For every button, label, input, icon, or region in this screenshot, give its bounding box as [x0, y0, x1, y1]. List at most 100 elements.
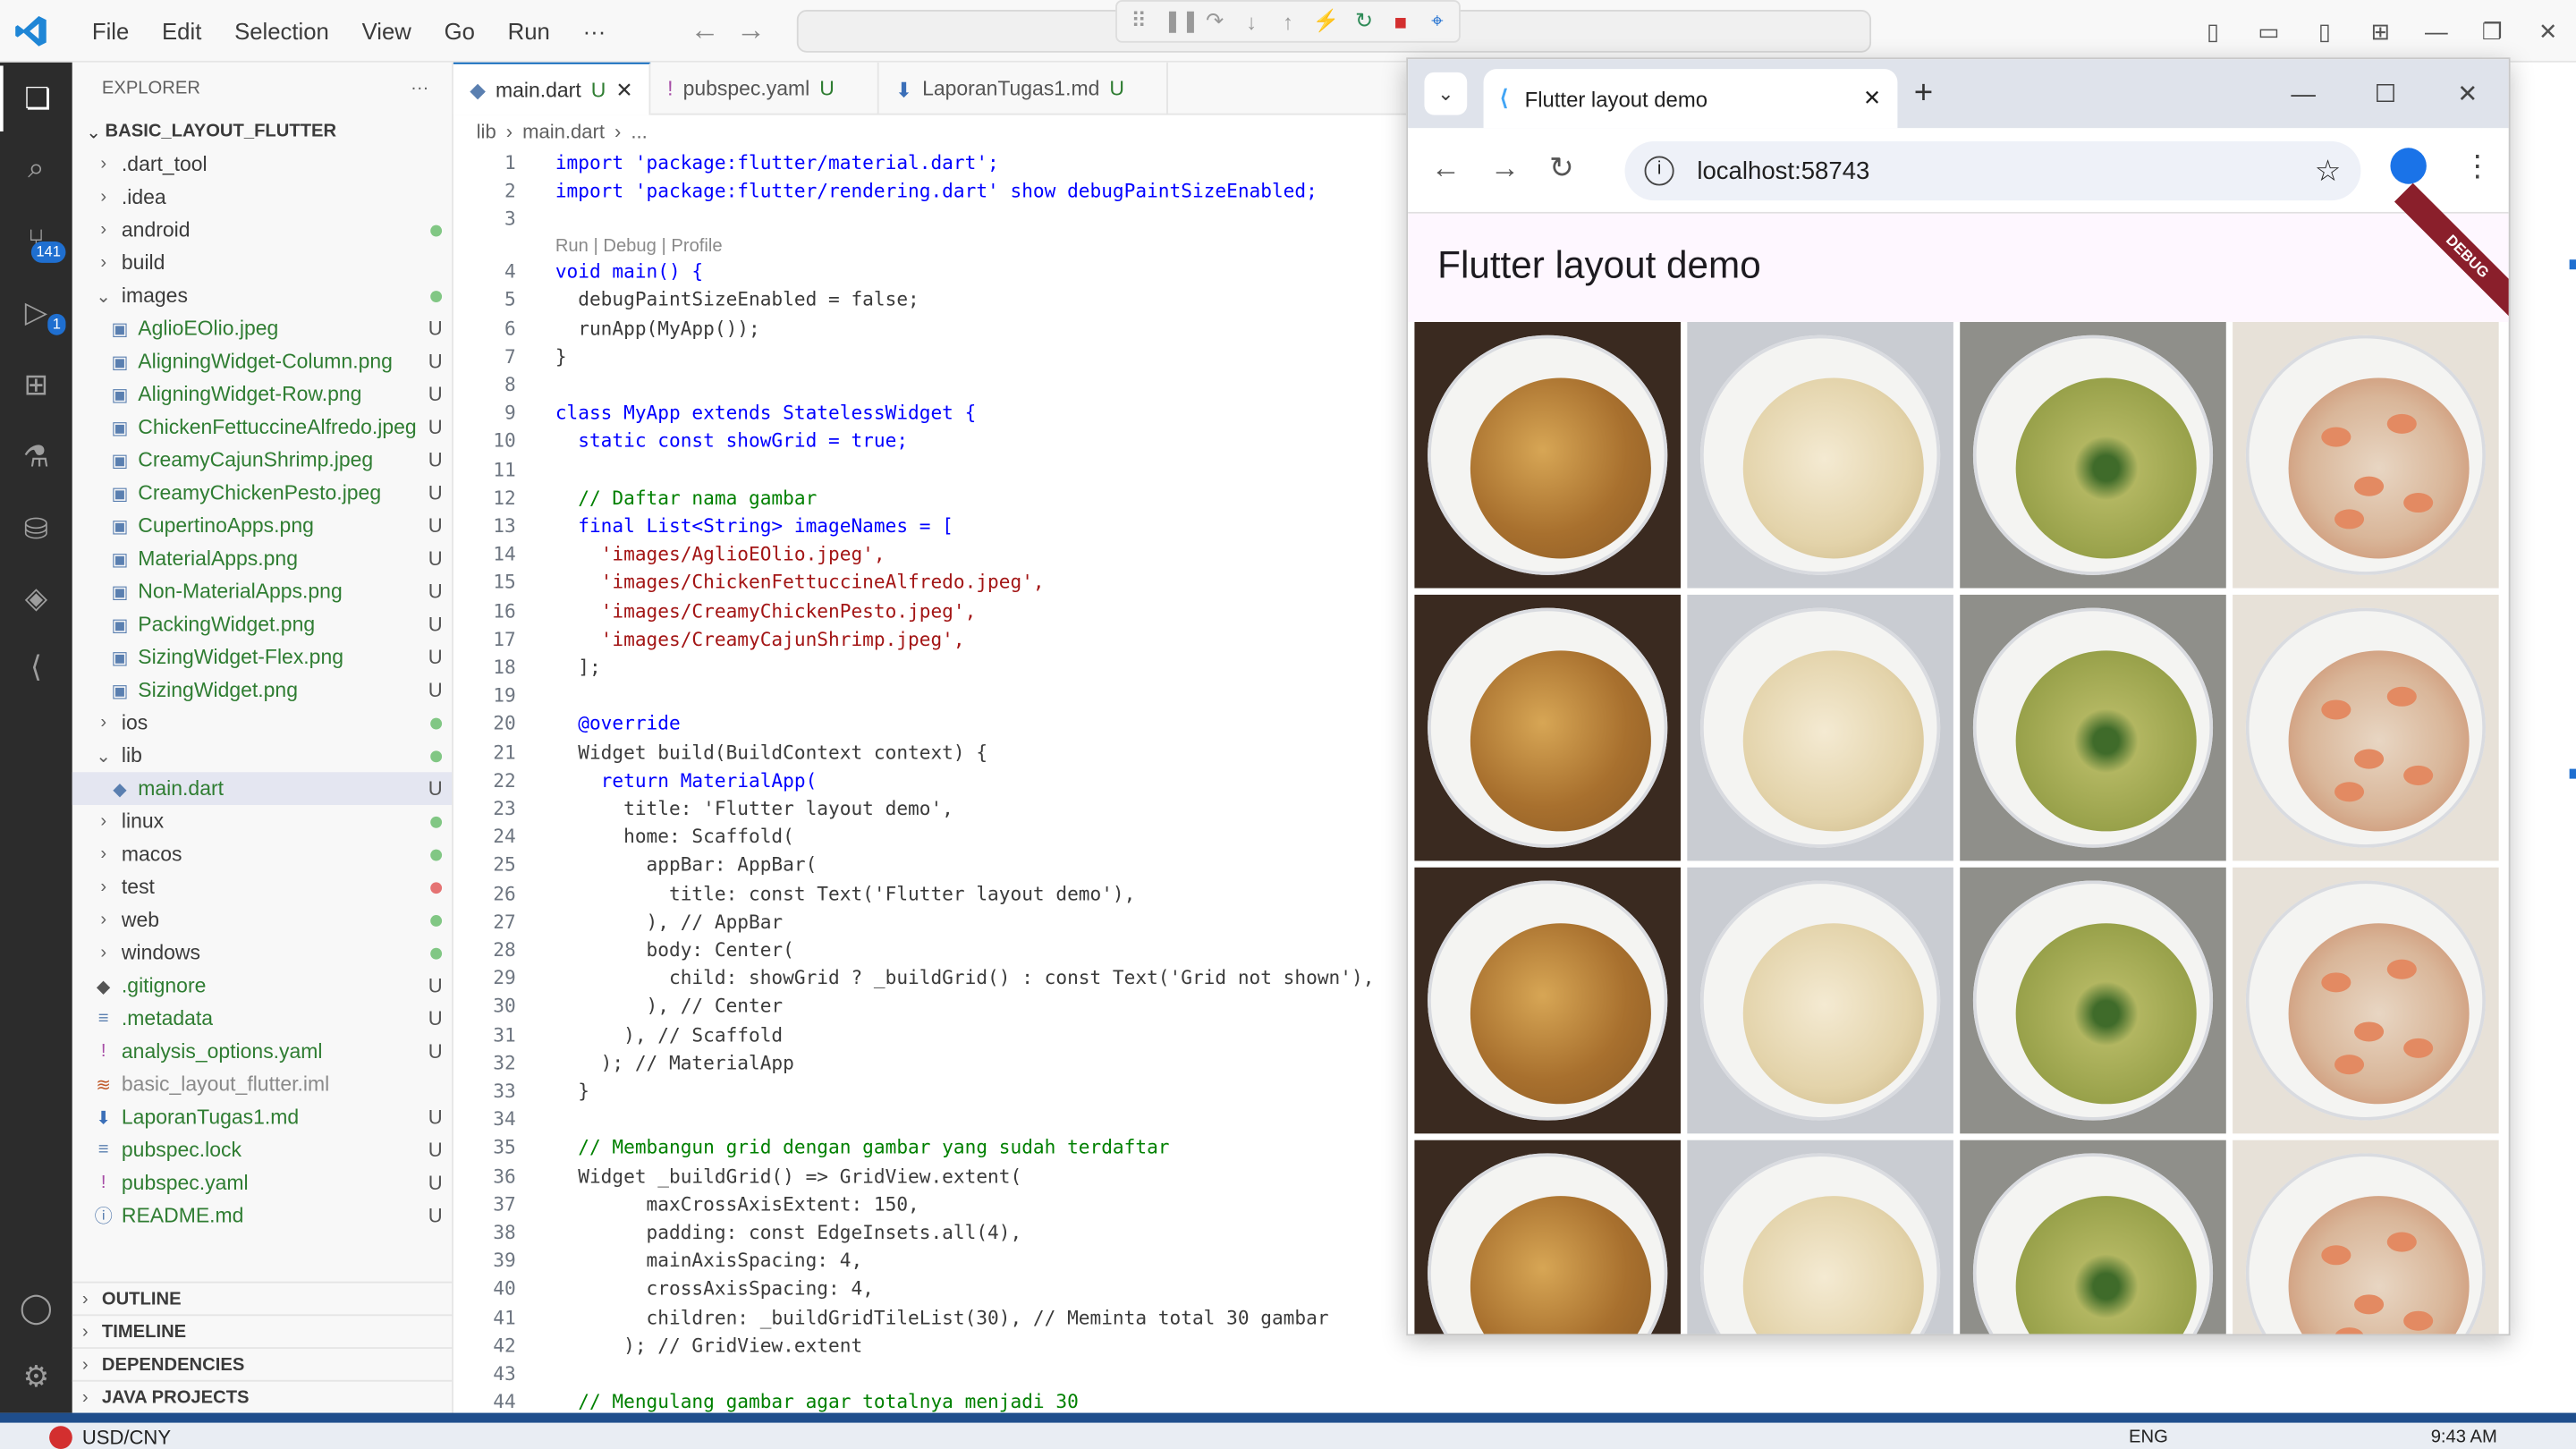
- clock[interactable]: 9:43 AM: [2431, 1428, 2497, 1447]
- tree-item[interactable]: ≡ pubspec.lock U: [72, 1133, 452, 1166]
- tree-item[interactable]: ⬇ LaporanTugas1.md U: [72, 1101, 452, 1134]
- forward-icon[interactable]: →: [1490, 151, 1520, 186]
- menu-item[interactable]: Selection: [218, 18, 346, 44]
- tree-item[interactable]: ▣ AligningWidget-Row.png U: [72, 377, 452, 411]
- tree-item[interactable]: › android: [72, 214, 452, 247]
- tree-item[interactable]: ▣ CreamyCajunShrimp.jpeg U: [72, 444, 452, 477]
- tree-item[interactable]: ≋ basic_layout_flutter.iml: [72, 1068, 452, 1101]
- breadcrumb-item[interactable]: main.dart: [522, 120, 605, 143]
- browser-minimize-button[interactable]: —: [2262, 80, 2344, 107]
- restart-icon[interactable]: ↻: [1352, 8, 1376, 34]
- menu-item[interactable]: Edit: [146, 18, 218, 44]
- source-control-icon[interactable]: ⑂ 141: [0, 207, 72, 272]
- customize-layout-icon[interactable]: ⊞: [2352, 17, 2408, 45]
- inspect-icon[interactable]: ⌖: [1426, 8, 1449, 34]
- menu-item[interactable]: Go: [428, 18, 491, 44]
- hot-reload-icon[interactable]: ⚡: [1313, 8, 1340, 34]
- database-icon[interactable]: ⛁: [0, 496, 72, 562]
- minimize-button[interactable]: —: [2409, 18, 2464, 44]
- tab-search-icon[interactable]: ⌄: [1424, 72, 1468, 115]
- profile-avatar[interactable]: [2390, 148, 2427, 184]
- toggle-secondary-sidebar-icon[interactable]: ▯: [2297, 17, 2352, 45]
- tree-item[interactable]: › .idea: [72, 181, 452, 214]
- editor-tab[interactable]: ⬇ LaporanTugas1.md U: [878, 62, 1169, 115]
- tree-item[interactable]: ⓘ README.md U: [72, 1199, 452, 1233]
- tree-item[interactable]: › linux: [72, 805, 452, 838]
- toggle-sidebar-icon[interactable]: ▯: [2185, 17, 2241, 45]
- tree-item[interactable]: ! pubspec.yaml U: [72, 1166, 452, 1199]
- tree-item[interactable]: ◆ .gitignore U: [72, 970, 452, 1003]
- step-over-icon[interactable]: ↷: [1203, 8, 1226, 34]
- address-bar[interactable]: i localhost:58743 ☆: [1624, 140, 2361, 201]
- workspace-root[interactable]: ⌄ BASIC_LAYOUT_FLUTTER: [72, 115, 452, 148]
- browser-maximize-button[interactable]: ☐: [2344, 79, 2427, 108]
- breadcrumb-item[interactable]: lib: [477, 120, 496, 143]
- tree-item[interactable]: ≡ .metadata U: [72, 1002, 452, 1035]
- forward-arrow-icon[interactable]: →: [736, 13, 766, 48]
- close-tab-icon[interactable]: ✕: [1863, 86, 1881, 112]
- tree-item[interactable]: ▣ ChickenFettuccineAlfredo.jpeg U: [72, 411, 452, 444]
- tree-item[interactable]: ▣ SizingWidget.png U: [72, 674, 452, 707]
- close-tab-icon[interactable]: ✕: [615, 77, 632, 102]
- tree-item[interactable]: ! analysis_options.yaml U: [72, 1035, 452, 1068]
- search-icon[interactable]: ⌕: [0, 135, 72, 200]
- new-tab-icon[interactable]: +: [1914, 75, 1933, 113]
- taskbar-widgets[interactable]: USD/CNY: [49, 1426, 171, 1449]
- pause-icon[interactable]: ❚❚: [1164, 8, 1199, 34]
- menu-item[interactable]: View: [345, 18, 428, 44]
- tree-item[interactable]: ⌄ lib: [72, 740, 452, 773]
- step-into-icon[interactable]: ↓: [1240, 9, 1263, 34]
- tree-item[interactable]: › macos: [72, 838, 452, 871]
- site-info-icon[interactable]: i: [1644, 156, 1674, 186]
- sidebar-section[interactable]: › TIMELINE: [72, 1314, 453, 1347]
- browser-close-button[interactable]: ✕: [2427, 79, 2509, 108]
- editor-tab[interactable]: ◆ main.dart U ✕: [453, 62, 651, 115]
- tree-item[interactable]: ▣ SizingWidget-Flex.png U: [72, 640, 452, 674]
- extensions-icon[interactable]: ⊞: [0, 352, 72, 417]
- editor-tab[interactable]: ! pubspec.yaml U: [651, 62, 879, 115]
- close-button[interactable]: ✕: [2521, 17, 2576, 45]
- tree-item[interactable]: › .dart_tool: [72, 148, 452, 181]
- breadcrumb-item[interactable]: ...: [631, 120, 647, 143]
- tree-item[interactable]: ▣ PackingWidget.png U: [72, 608, 452, 641]
- explorer-more-icon[interactable]: ···: [411, 79, 428, 98]
- tree-item[interactable]: ⌄ images: [72, 279, 452, 312]
- tree-item[interactable]: › windows: [72, 936, 452, 970]
- back-icon[interactable]: ←: [1431, 151, 1461, 186]
- toggle-panel-icon[interactable]: ▭: [2241, 17, 2296, 45]
- browser-menu-icon[interactable]: ⋮: [2462, 148, 2492, 183]
- tree-item[interactable]: › web: [72, 903, 452, 936]
- tree-item[interactable]: ▣ CupertinoApps.png U: [72, 509, 452, 542]
- stop-icon[interactable]: ■: [1389, 9, 1412, 34]
- sidebar-section[interactable]: › OUTLINE: [72, 1281, 453, 1315]
- tree-item[interactable]: ◆ main.dart U: [72, 772, 453, 805]
- flutter-icon[interactable]: ⟨: [0, 634, 72, 699]
- explorer-icon[interactable]: ❏: [0, 65, 72, 131]
- sidebar-section[interactable]: › JAVA PROJECTS: [72, 1379, 453, 1413]
- bookmark-star-icon[interactable]: ☆: [2315, 154, 2342, 189]
- tree-item[interactable]: ▣ CreamyChickenPesto.jpeg U: [72, 477, 452, 510]
- tree-item[interactable]: ▣ Non-MaterialApps.png U: [72, 575, 452, 608]
- settings-gear-icon[interactable]: ⚙: [0, 1343, 72, 1409]
- reload-icon[interactable]: ↻: [1549, 151, 1574, 186]
- tree-item[interactable]: ▣ AglioEOlio.jpeg U: [72, 312, 452, 345]
- maximize-button[interactable]: ❐: [2464, 17, 2520, 45]
- layers-icon[interactable]: ◈: [0, 565, 72, 631]
- run-debug-icon[interactable]: ▷ 1: [0, 279, 72, 344]
- menu-item[interactable]: Run: [491, 18, 566, 44]
- tree-item[interactable]: › ios: [72, 707, 452, 740]
- testing-icon[interactable]: ⚗: [0, 424, 72, 489]
- drag-handle-icon[interactable]: ⠿: [1127, 8, 1150, 34]
- menu-item[interactable]: ···: [566, 18, 622, 44]
- sidebar-section[interactable]: › DEPENDENCIES: [72, 1347, 453, 1380]
- step-out-icon[interactable]: ↑: [1276, 9, 1300, 34]
- tree-item[interactable]: ▣ MaterialApps.png U: [72, 542, 452, 575]
- tree-item[interactable]: › test: [72, 870, 452, 903]
- tree-item[interactable]: ▣ AligningWidget-Column.png U: [72, 345, 452, 378]
- codelens-run-debug[interactable]: Run | Debug | Profile: [555, 236, 723, 256]
- browser-tab[interactable]: ⟨ Flutter layout demo ✕: [1483, 69, 1898, 129]
- back-arrow-icon[interactable]: ←: [690, 13, 719, 48]
- accounts-icon[interactable]: ◯: [0, 1275, 72, 1340]
- menu-item[interactable]: File: [75, 18, 145, 44]
- tree-item[interactable]: › build: [72, 247, 452, 280]
